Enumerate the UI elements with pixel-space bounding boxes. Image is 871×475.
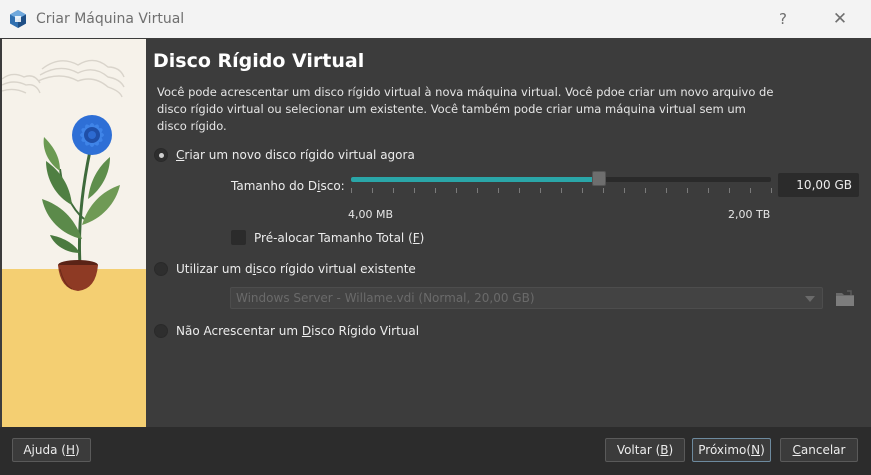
- slider-tick: [435, 188, 436, 193]
- page-title: Disco Rígido Virtual: [153, 50, 365, 72]
- slider-tick: [645, 188, 646, 193]
- virtualbox-icon: [10, 10, 26, 28]
- slider-tick: [666, 188, 667, 193]
- slider-tick: [351, 188, 352, 193]
- slider-tick: [750, 188, 751, 193]
- preallocate-checkbox[interactable]: [231, 230, 246, 245]
- slider-tick: [708, 188, 709, 193]
- page-description: Você pode acrescentar um disco rígido vi…: [157, 85, 774, 133]
- next-button[interactable]: Próximo(N): [692, 438, 771, 462]
- slider-tick: [393, 188, 394, 193]
- slider-tick: [603, 188, 604, 193]
- radio-button[interactable]: [154, 324, 168, 338]
- radio-label: Criar um novo disco rígido virtual agora: [176, 148, 415, 162]
- disk-size-field[interactable]: 10,00 GB: [778, 173, 859, 197]
- slider-ticks: [351, 188, 772, 194]
- wizard-page: Disco Rígido Virtual Você pode acrescent…: [146, 38, 871, 427]
- slider-tick: [372, 188, 373, 193]
- radio-create-new-disk[interactable]: Criar um novo disco rígido virtual agora: [154, 145, 415, 165]
- close-button[interactable]: ✕: [826, 8, 854, 30]
- wizard-illustration: [2, 39, 146, 427]
- radio-no-disk[interactable]: Não Acrescentar um Disco Rígido Virtual: [154, 321, 419, 341]
- disk-size-min-label: 4,00 MB: [348, 208, 394, 221]
- slider-tick: [561, 188, 562, 193]
- radio-button[interactable]: [154, 262, 168, 276]
- disk-size-max-label: 2,00 TB: [728, 208, 771, 221]
- disk-size-slider[interactable]: [351, 177, 771, 182]
- radio-use-existing-disk[interactable]: Utilizar um disco rígido virtual existen…: [154, 259, 416, 279]
- slider-tick: [771, 188, 772, 193]
- existing-disk-select[interactable]: Windows Server - Willame.vdi (Normal, 20…: [230, 287, 823, 309]
- button-bar: Ajuda (H) Voltar (B) Próximo(N) Cancelar: [0, 427, 871, 475]
- disk-size-label: Tamanho do Disco:: [231, 179, 345, 193]
- slider-tick: [414, 188, 415, 193]
- help-dialog-button[interactable]: Ajuda (H): [12, 438, 91, 462]
- back-button[interactable]: Voltar (B): [605, 438, 685, 462]
- slider-handle[interactable]: [591, 171, 606, 186]
- window-title: Criar Máquina Virtual: [36, 11, 185, 27]
- existing-disk-value: Windows Server - Willame.vdi (Normal, 20…: [236, 291, 535, 305]
- radio-button[interactable]: [154, 148, 168, 162]
- preallocate-option[interactable]: Pré-alocar Tamanho Total (F): [231, 230, 424, 245]
- slider-tick: [687, 188, 688, 193]
- help-button[interactable]: ?: [771, 8, 795, 30]
- cancel-button[interactable]: Cancelar: [780, 438, 858, 462]
- folder-icon[interactable]: [834, 288, 856, 308]
- slider-tick: [582, 188, 583, 193]
- slider-tick: [624, 188, 625, 193]
- slider-tick: [729, 188, 730, 193]
- chevron-down-icon: [805, 296, 815, 302]
- slider-tick: [456, 188, 457, 193]
- slider-tick: [477, 188, 478, 193]
- slider-fill: [351, 177, 599, 182]
- slider-tick: [519, 188, 520, 193]
- preallocate-label: Pré-alocar Tamanho Total (F): [254, 230, 425, 245]
- radio-label: Utilizar um disco rígido virtual existen…: [176, 262, 416, 276]
- slider-tick: [498, 188, 499, 193]
- slider-tick: [540, 188, 541, 193]
- radio-label: Não Acrescentar um Disco Rígido Virtual: [176, 324, 420, 338]
- title-bar: Criar Máquina Virtual ? ✕: [0, 0, 871, 38]
